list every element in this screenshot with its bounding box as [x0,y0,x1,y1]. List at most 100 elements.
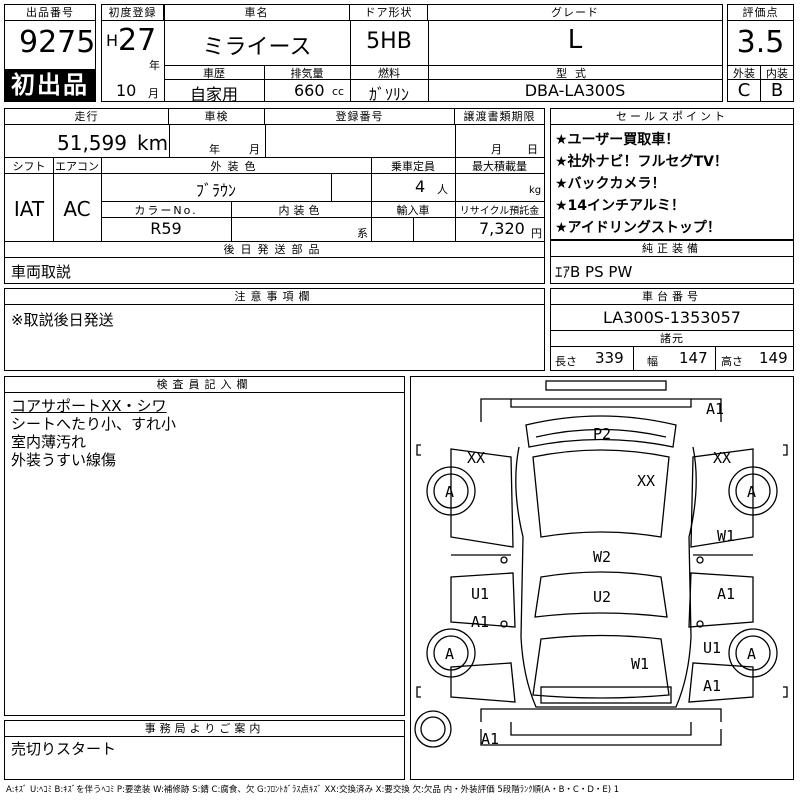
door-type: 5HB [366,29,412,54]
year: 27 [118,23,157,58]
fuel: ｶﾞｿﾘﾝ [368,85,409,104]
disp-unit: cc [332,85,345,98]
transfer-day-unit: 日 [527,143,538,156]
damage-code: XX [467,449,486,467]
insp-year-unit: 年 [209,143,220,156]
sales-point: ★バックカメラ！ [555,176,666,192]
shift: IAT [13,197,45,221]
recycle-fee: 7,320 [479,219,525,238]
transfer-label: 譲渡書類期限 [455,109,544,125]
color-label: 外装色 [210,160,262,173]
notes-label: 注意事項欄 [5,289,544,305]
chassis-label: 車台番号 [551,289,793,305]
recycle-unit: 円 [531,227,542,240]
recycle-label: リサイクル預託金 [459,206,540,217]
notes-box: 注意事項欄 ※取説後日発送 [4,288,545,371]
model-label: 型式 [556,67,594,80]
width-label: 幅 [647,355,658,368]
width-value: 147 [679,349,708,367]
later-parts-label: 後日発送部品 [5,242,544,258]
chassis-box: 車台番号 LA300S-1353057 諸元 長さ 339 幅 147 高さ 1… [550,288,794,371]
lot-label: 出品番号 [5,5,95,21]
load-unit: kg [529,185,542,196]
mileage: 51,599 [57,131,127,155]
sales-point: ★社外ナビ！フルセグTV！ [555,154,728,170]
fuel-label: 燃料 [378,67,400,80]
plate-label: 登録番号 [265,109,455,125]
int-color-label: 内装色 [278,204,324,217]
equipment-value: ｴｱB PS PW [555,263,633,281]
damage-code: A1 [481,730,500,748]
damage-code: A1 [717,585,736,603]
damage-code: W1 [631,655,650,673]
int-label: 内装 [766,67,788,80]
ext-label: 外装 [733,67,755,80]
damage-code: P2 [593,425,612,443]
history-label: 車歴 [203,67,225,80]
score-value: 3.5 [736,25,785,60]
color-number: R59 [150,219,182,238]
month-unit: 月 [148,87,159,100]
air-conditioner: AC [63,197,91,221]
later-parts: 車両取説 [11,263,72,281]
capacity: 4 [415,177,426,196]
damage-code: A [747,483,757,501]
model-code: DBA-LA300S [524,81,626,100]
capacity-label: 乗車定員 [391,160,435,173]
inspection-label: 車検 [169,109,265,125]
damage-code: XX [637,472,656,490]
office-box: 事務局よりご案内 売切りスタート [4,720,405,780]
mileage-label: 走行 [5,109,169,125]
score-label: 評価点 [728,5,793,21]
lot-box: 出品番号 9275 初出品 [4,4,96,102]
damage-map: A1 P2 XX XX XX A A W1 W2 U1 A1 U2 A1 A A… [410,376,794,780]
lot-number: 9275 [19,25,96,60]
color-no-label: カラーNo. [134,204,198,217]
equipment-label: 純正装備 [551,241,793,257]
vehicle-history: 自家用 [189,85,238,104]
import-label: 輸入車 [396,204,430,217]
grade-label: グレード [428,5,722,21]
score-box: 評価点 3.5 外装 内装 C B [727,4,794,102]
load-label: 最大積載量 [472,160,527,173]
inspector-label: 検査員記入欄 [5,377,404,393]
notes-text: ※取説後日発送 [11,311,114,329]
damage-code: A [445,645,455,663]
chassis-number: LA300S-1353057 [603,308,741,327]
sales-point: ★14インチアルミ！ [555,198,685,214]
ext-grade: C [737,80,751,101]
first-listing-badge: 初出品 [5,69,95,102]
era: H [106,31,119,50]
grade-value: L [567,25,583,55]
year-unit: 年 [149,59,160,72]
damage-code: W1 [717,527,736,545]
insp-month-unit: 月 [249,143,260,156]
equipment-box: 純正装備 ｴｱB PS PW [550,240,794,284]
damage-code: A1 [471,613,490,631]
office-text: 売切りスタート [11,740,117,758]
shift-label: シフト [12,160,46,173]
damage-code: A1 [703,677,722,695]
height-value: 149 [759,349,788,367]
spec-box: 初度登録 車名 ドア形状 グレード H 27 年 ミライース 5HB L 車歴 … [101,4,723,104]
sales-points-label: セールスポイント [551,109,793,125]
inspector-line: 外装うすい線傷 [11,451,117,469]
damage-code: A [445,483,455,501]
door-label: ドア形状 [350,5,428,21]
damage-code: W2 [593,548,612,566]
damage-code: U1 [703,639,722,657]
damage-code: U1 [471,585,490,603]
disp-label: 排気量 [290,67,324,80]
office-label: 事務局よりご案内 [5,721,404,737]
int-grade: B [770,80,784,101]
reg-label: 初度登録 [102,5,164,21]
legend-footer: A:ｷｽﾞ U:ﾍｺﾐ B:ｷｽﾞを伴うﾍｺﾐ P:要塗装 W:補修跡 S:錆 … [6,785,620,795]
inspector-box: 検査員記入欄 コアサポートXX・シワ シートへたり小、すれ小 室内薄汚れ 外装う… [4,376,405,716]
displacement: 660 [294,81,325,100]
name-label: 車名 [164,5,350,21]
sales-points-box: セールスポイント ★ユーザー買取車！ ★社外ナビ！フルセグTV！ ★バックカメラ… [550,108,794,240]
height-label: 高さ [721,355,743,368]
car-name: ミライース [202,35,312,60]
sales-point: ★ユーザー買取車！ [555,132,680,148]
damage-code: A1 [706,400,725,418]
